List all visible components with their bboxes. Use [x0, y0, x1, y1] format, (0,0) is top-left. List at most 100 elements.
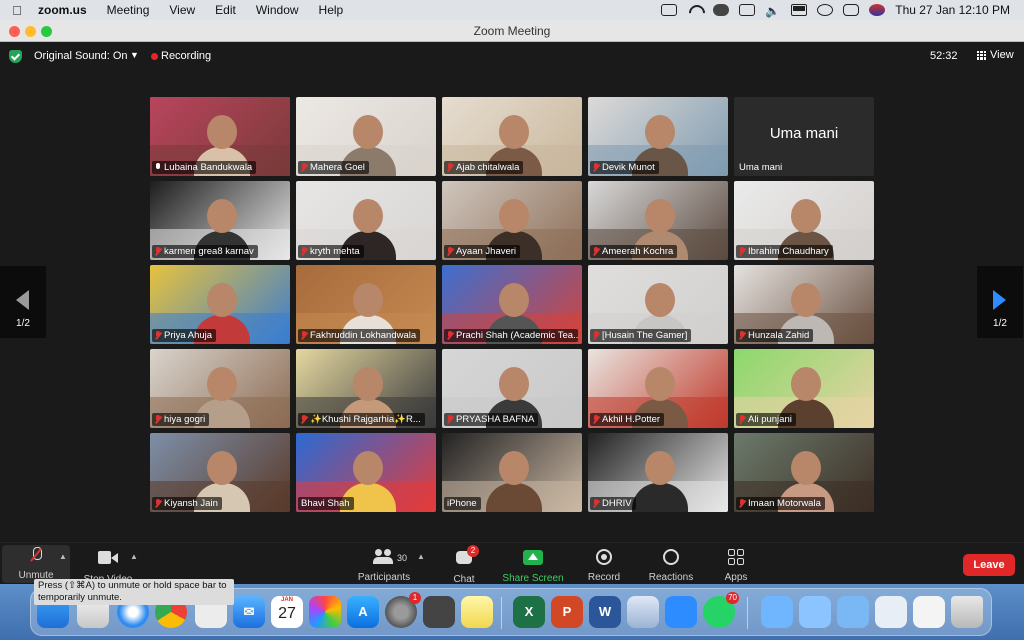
previous-page-button[interactable]: 1/2	[0, 266, 46, 338]
battery-icon[interactable]	[791, 4, 808, 16]
notes-icon[interactable]	[461, 596, 493, 628]
tooltip-line-2: temporarily unmute.	[38, 592, 122, 603]
muted-mic-icon	[31, 547, 42, 563]
next-page-button[interactable]: 1/2	[977, 266, 1023, 338]
participant-tile[interactable]: Imaan Motorwala	[734, 433, 874, 512]
menu-app-name[interactable]: zoom.us	[34, 3, 97, 17]
person-head	[499, 367, 529, 401]
muted-mic-icon	[593, 415, 599, 424]
wifi-icon[interactable]	[687, 4, 703, 16]
participant-name: Uma mani	[739, 162, 783, 173]
app-store-icon[interactable]: A	[347, 596, 379, 628]
person-head	[207, 199, 237, 233]
participant-tile[interactable]: hiya gogri	[150, 349, 290, 428]
display-icon[interactable]	[739, 4, 756, 16]
photos-icon[interactable]	[309, 596, 341, 628]
person-head	[499, 283, 529, 317]
share-screen-label: Share Screen	[502, 573, 564, 584]
muted-mic-icon	[155, 247, 161, 256]
participant-name-tag: DHRIV	[590, 497, 636, 510]
participant-tile[interactable]: iPhone	[442, 433, 582, 512]
participant-name: Hunzala Zahid	[748, 330, 810, 341]
participant-tile[interactable]: Ameerah Kochra	[588, 181, 728, 260]
participant-tile[interactable]: [Husain The Gamer]	[588, 265, 728, 344]
view-label: View	[990, 49, 1014, 61]
control-center-icon[interactable]	[843, 4, 860, 16]
siri-icon[interactable]	[869, 4, 886, 16]
excel-icon[interactable]: X	[513, 596, 545, 628]
spotlight-search-icon[interactable]	[817, 4, 834, 16]
mic-icon	[155, 163, 161, 172]
original-sound-toggle[interactable]: Original Sound: On	[34, 50, 128, 62]
system-preferences-icon[interactable]: 1	[385, 592, 421, 628]
calendar-icon[interactable]: JAN 27	[271, 596, 303, 628]
view-button[interactable]: View	[977, 49, 1014, 61]
participant-tile[interactable]: Devik Munot	[588, 97, 728, 176]
apps-label: Apps	[724, 572, 748, 583]
participant-tile[interactable]: Uma mani Uma mani	[734, 97, 874, 176]
trash-icon[interactable]	[951, 596, 983, 628]
unmute-button[interactable]: Unmute	[14, 547, 58, 581]
calculator-icon[interactable]	[423, 596, 455, 628]
participant-tile[interactable]: kryth mehta	[296, 181, 436, 260]
participant-tile[interactable]: Bhavi Shah	[296, 433, 436, 512]
powerpoint-icon[interactable]: P	[551, 596, 583, 628]
participant-tile[interactable]: ✨Khushi Rajgarhia✨R...	[296, 349, 436, 428]
recent-file-icon[interactable]	[875, 596, 907, 628]
participant-tile[interactable]: Ayaan Jhaveri	[442, 181, 582, 260]
reactions-button[interactable]: Reactions	[645, 547, 697, 583]
folder-icon[interactable]	[837, 596, 869, 628]
share-screen-button[interactable]: Share Screen	[500, 547, 566, 584]
menu-window[interactable]: Window	[246, 3, 309, 17]
muted-mic-icon	[593, 499, 599, 508]
menu-meeting[interactable]: Meeting	[97, 3, 160, 17]
person-head	[645, 115, 675, 149]
menu-clock[interactable]: Thu 27 Jan 12:10 PM	[895, 3, 1010, 17]
participant-tile[interactable]: Fakhruddin Lokhandwala	[296, 265, 436, 344]
downloads-folder-icon[interactable]	[761, 596, 793, 628]
menu-edit[interactable]: Edit	[205, 3, 246, 17]
whatsapp-icon[interactable]: 70	[703, 592, 739, 628]
participant-tile[interactable]: Lubaina Bandukwala	[150, 97, 290, 176]
participants-count: 30	[397, 553, 408, 563]
mail-icon[interactable]: ✉	[233, 596, 265, 628]
recording-indicator: Recording	[161, 50, 212, 62]
apple-icon[interactable]: 	[0, 3, 34, 18]
settings-badge: 1	[409, 592, 421, 604]
word-icon[interactable]: W	[589, 596, 621, 628]
participant-tile[interactable]: Prachi Shah (Academic Tea...	[442, 265, 582, 344]
participant-tile[interactable]: Ajab chitalwala	[442, 97, 582, 176]
zoom-icon[interactable]	[665, 596, 697, 628]
participant-tile[interactable]: Ali punjani	[734, 349, 874, 428]
leave-button[interactable]: Leave	[963, 554, 1015, 576]
participants-options-caret[interactable]: ▲	[417, 552, 425, 561]
participant-tile[interactable]: karmen grea8 karnav	[150, 181, 290, 260]
audio-options-caret[interactable]: ▲	[59, 552, 67, 561]
apps-button[interactable]: Apps	[720, 547, 752, 583]
participant-tile[interactable]: Ibrahim Chaudhary	[734, 181, 874, 260]
volume-icon[interactable]: 🔈	[765, 4, 781, 18]
participant-name-tag: Imaan Motorwala	[736, 497, 825, 510]
record-button[interactable]: Record	[584, 547, 624, 583]
document-stack-icon[interactable]	[913, 596, 945, 628]
participant-name-tag: PRYASHA BAFNA	[444, 413, 539, 426]
meeting-timer: 52:32	[930, 50, 958, 62]
participant-tile[interactable]: Hunzala Zahid	[734, 265, 874, 344]
participant-tile[interactable]: Priya Ahuja	[150, 265, 290, 344]
documents-folder-icon[interactable]	[799, 596, 831, 628]
cloud-icon[interactable]	[713, 4, 730, 16]
participant-tile[interactable]: DHRIV	[588, 433, 728, 512]
menu-view[interactable]: View	[159, 3, 205, 17]
participant-tile[interactable]: Mahera Goel	[296, 97, 436, 176]
recording-dot-icon	[151, 53, 158, 60]
participants-icon	[373, 549, 395, 565]
participant-tile[interactable]: Akhil H.Potter	[588, 349, 728, 428]
preview-icon[interactable]	[627, 596, 659, 628]
participant-tile[interactable]: PRYASHA BAFNA	[442, 349, 582, 428]
security-shield-icon[interactable]	[9, 50, 22, 63]
video-options-caret[interactable]: ▲	[130, 552, 138, 561]
participant-tile[interactable]: Kiyansh Jain	[150, 433, 290, 512]
chevron-down-icon[interactable]: ▼	[130, 50, 139, 60]
menu-help[interactable]: Help	[309, 3, 354, 17]
zoom-status-icon[interactable]	[661, 4, 678, 16]
